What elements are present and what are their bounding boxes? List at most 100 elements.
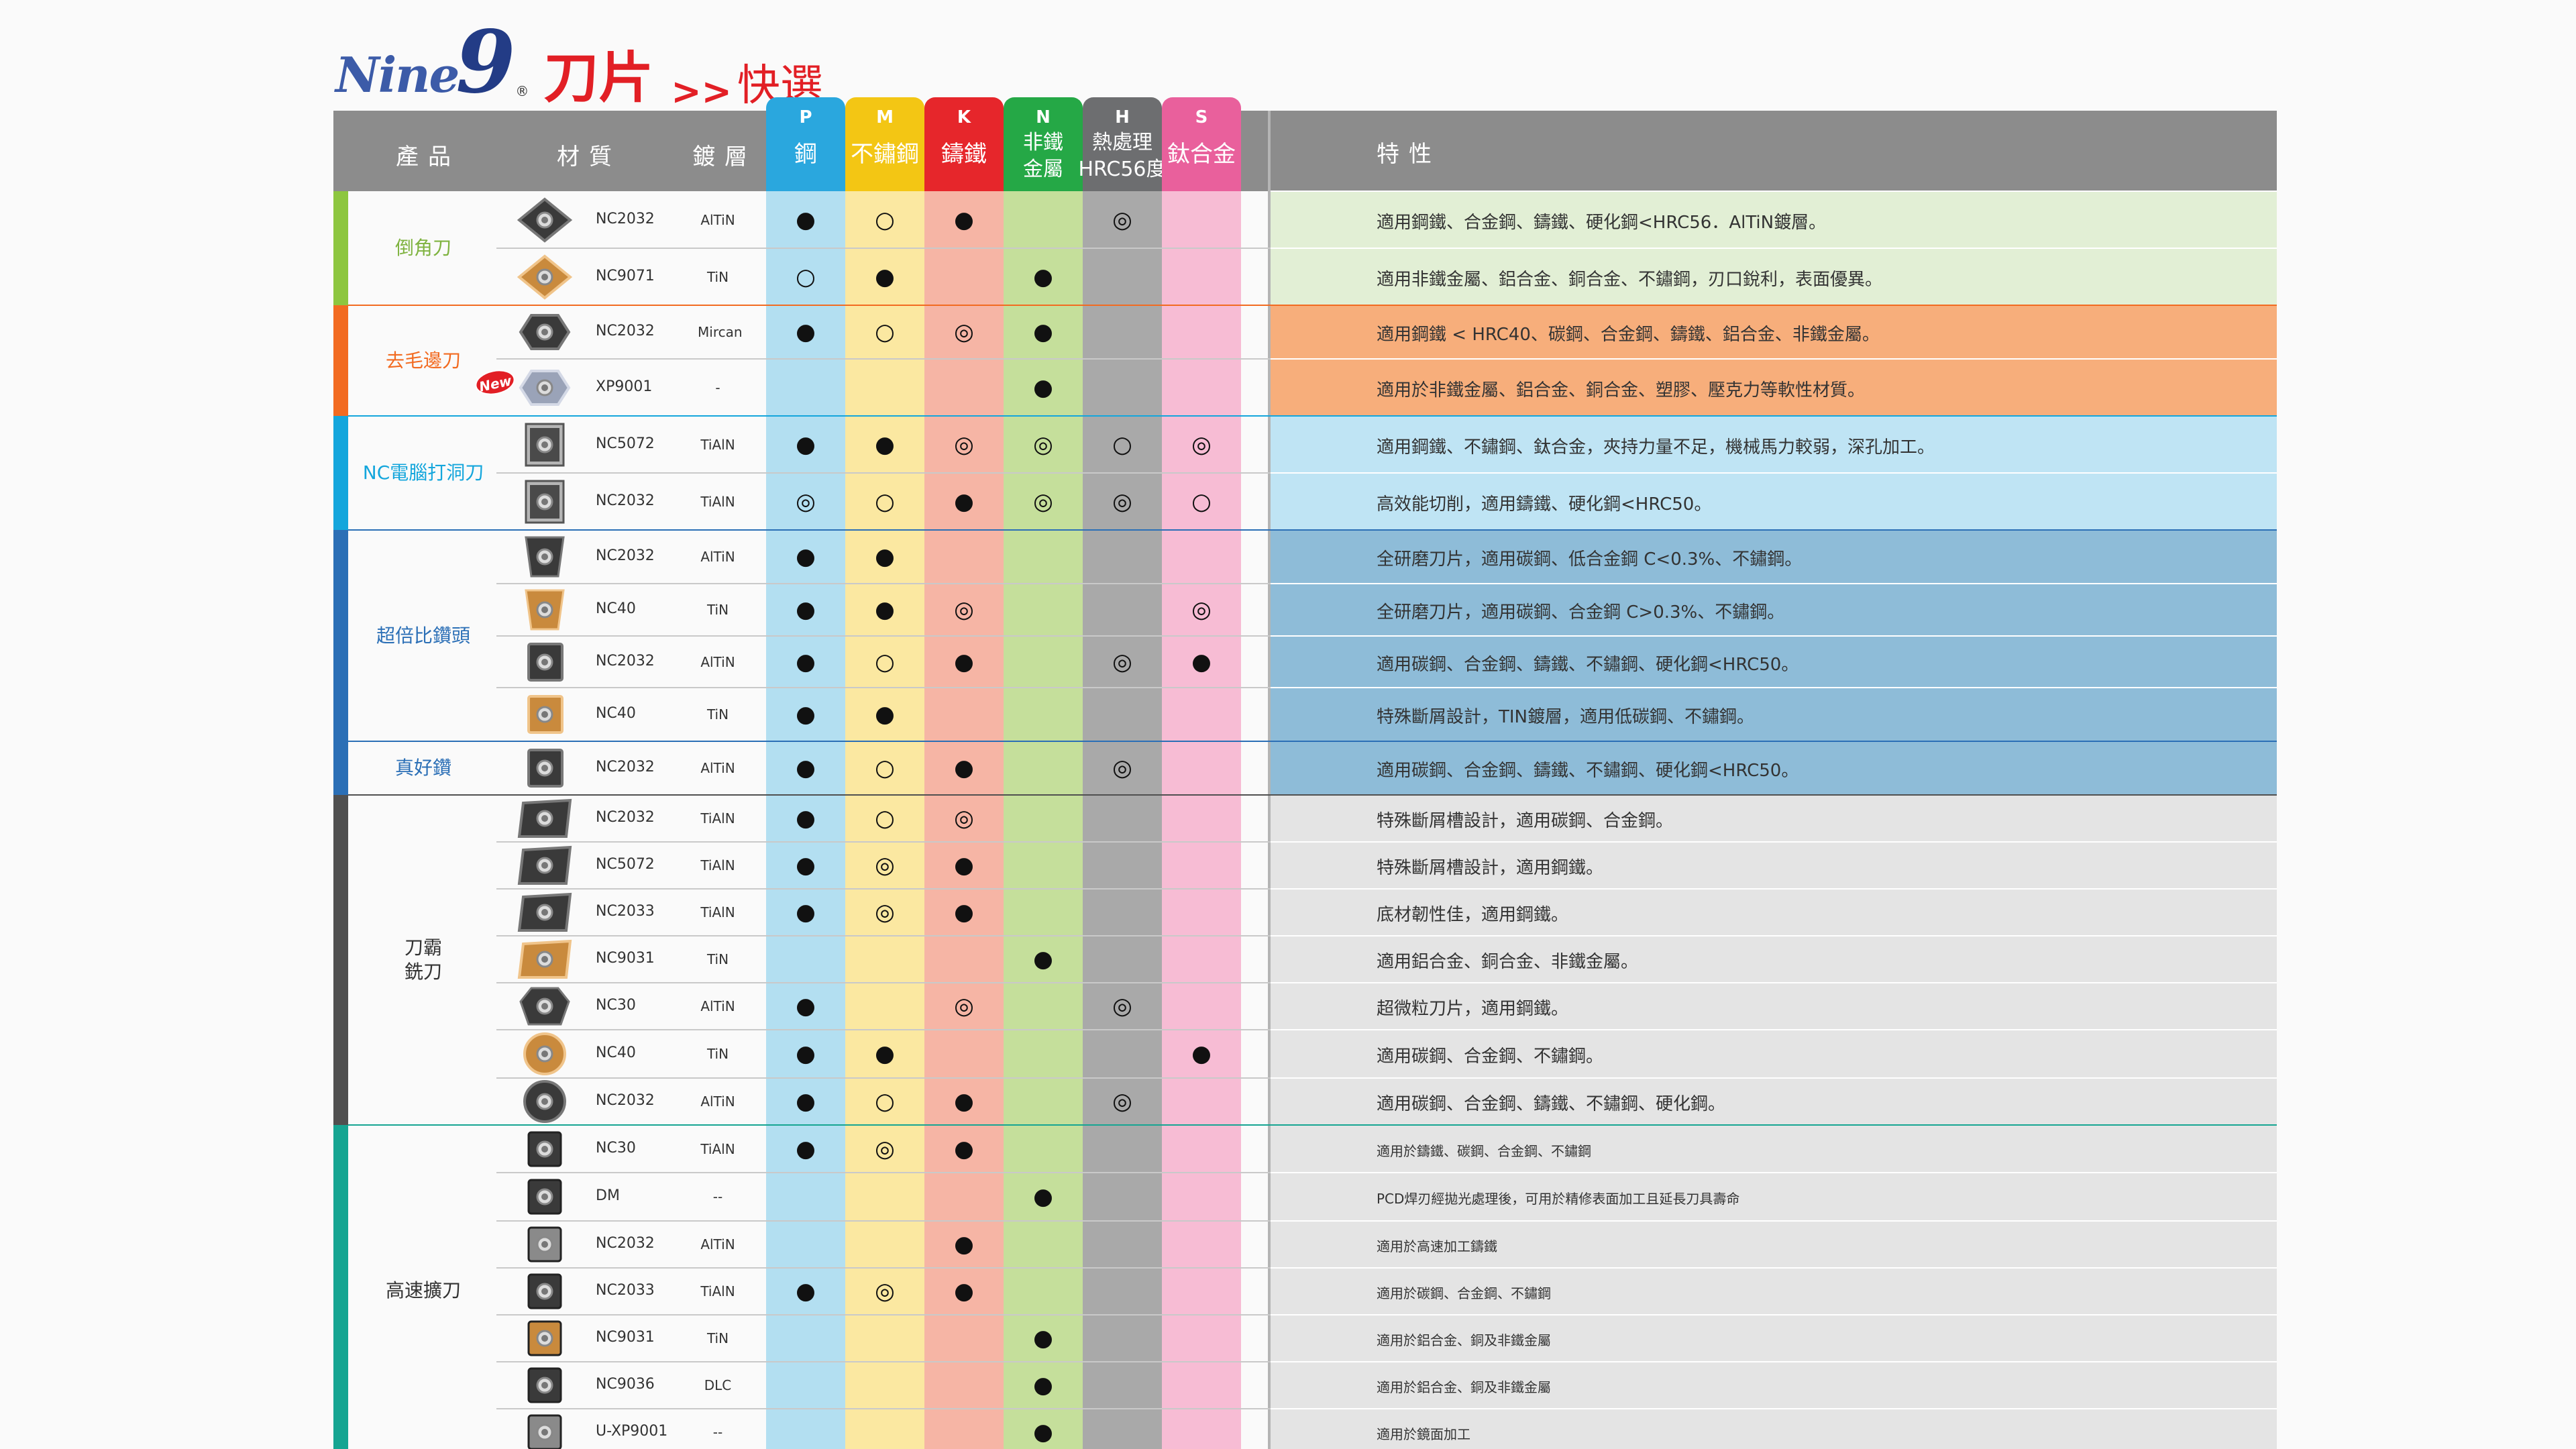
insert-icon xyxy=(517,191,573,248)
material-code: NC40 xyxy=(596,600,636,617)
feature-text: 超微粒刀片，適用鋼鐵。 xyxy=(1377,999,1569,1019)
suitability-mark-s: ○ xyxy=(1191,488,1212,515)
category-band xyxy=(333,191,348,305)
feature-text: 適用於鋁合金、銅及非鐵金屬 xyxy=(1377,1332,1551,1348)
suitability-mark-m: ◎ xyxy=(875,899,895,926)
suitability-mark-n: ● xyxy=(1033,1325,1053,1352)
feature-cell: 超微粒刀片，適用鋼鐵。 xyxy=(1271,983,2277,1030)
suitability-mark-n: ● xyxy=(1033,374,1053,401)
coating-code: AlTiN xyxy=(700,211,735,228)
feature-divider xyxy=(1271,415,2277,417)
coating-code: TiAlN xyxy=(700,857,735,873)
suitability-mark-p: ● xyxy=(796,701,816,728)
coating-code: AlTiN xyxy=(700,998,735,1014)
feature-cell: PCD焊刃經拋光處理後，可用於精修表面加工且延長刀具壽命 xyxy=(1271,1173,2277,1221)
title-separator: >> xyxy=(671,70,732,113)
suitability-mark-p: ● xyxy=(796,319,816,345)
suitability-mark-n: ● xyxy=(1033,1419,1053,1446)
feature-divider xyxy=(1271,888,2277,890)
suitability-mark-m: ○ xyxy=(875,206,895,233)
material-code: NC40 xyxy=(596,1044,636,1061)
insert-icon xyxy=(517,936,573,983)
column-name: 非鐵 金屬 xyxy=(1023,131,1063,181)
row-divider xyxy=(496,472,1271,474)
suitability-mark-h: ◎ xyxy=(1112,993,1132,1020)
feature-divider xyxy=(1271,935,2277,936)
material-code: NC9036 xyxy=(596,1376,655,1393)
row-divider xyxy=(496,841,1271,843)
suitability-mark-n: ● xyxy=(1033,263,1053,290)
feature-divider xyxy=(1271,305,2277,306)
material-code: NC30 xyxy=(596,997,636,1014)
suitability-mark-k: ◎ xyxy=(954,596,974,623)
suitability-mark-m: ○ xyxy=(875,755,895,782)
row-divider xyxy=(496,358,1271,360)
feature-cell: 適用碳鋼、合金鋼、鑄鐵、不鏽鋼、硬化鋼。 xyxy=(1271,1078,2277,1125)
feature-text: PCD焊刃經拋光處理後，可用於精修表面加工且延長刀具壽命 xyxy=(1377,1191,1740,1207)
feature-divider xyxy=(1271,741,2277,742)
category-divider xyxy=(348,529,1271,531)
suitability-mark-p: ● xyxy=(796,899,816,926)
material-code: NC5072 xyxy=(596,435,655,452)
material-code: NC5072 xyxy=(596,856,655,873)
feature-cell: 適用於鋁合金、銅及非鐵金屬 xyxy=(1271,1362,2277,1409)
suitability-mark-p: ● xyxy=(796,596,816,623)
material-code: DM xyxy=(596,1187,620,1204)
feature-divider xyxy=(1271,472,2277,474)
suitability-mark-k: ● xyxy=(954,488,974,515)
coating-code: DLC xyxy=(704,1377,732,1393)
feature-text: 全研磨刀片，適用碳鋼、合金鋼 C>0.3%、不鏽鋼。 xyxy=(1377,602,1785,623)
material-code: NC9031 xyxy=(596,1329,655,1346)
suitability-mark-p: ● xyxy=(796,755,816,782)
suitability-mark-m: ○ xyxy=(875,805,895,832)
category-divider xyxy=(348,1124,1271,1126)
insert-icon xyxy=(517,1173,573,1221)
suitability-mark-m: ● xyxy=(875,1040,895,1067)
coating-code: TiN xyxy=(706,602,729,618)
material-code: NC2032 xyxy=(596,547,655,564)
suitability-mark-k: ● xyxy=(954,206,974,233)
material-code: NC2032 xyxy=(596,652,655,669)
suitability-mark-p: ● xyxy=(796,1135,816,1163)
coating-code: TiAlN xyxy=(700,493,735,510)
feature-divider xyxy=(1271,529,2277,531)
row-divider xyxy=(496,1408,1271,1409)
suitability-mark-p: ● xyxy=(796,431,816,458)
suitability-mark-k: ● xyxy=(954,1135,974,1163)
feature-text: 適用非鐵金屬、鋁合金、銅合金、不鏽鋼，刃口銳利，表面優異。 xyxy=(1377,269,1883,290)
suitability-mark-m: ◎ xyxy=(875,1278,895,1305)
coating-code: AlTiN xyxy=(700,549,735,565)
category-label: 去毛邊刀 xyxy=(385,349,461,372)
feature-cell: 適用鋼鐵、合金鋼、鑄鐵、硬化鋼<HRC56．AlTiN鍍層。 xyxy=(1271,191,2277,248)
feature-divider xyxy=(1271,1029,2277,1030)
suitability-mark-p: ● xyxy=(796,1040,816,1067)
coating-code: TiN xyxy=(706,706,729,722)
material-code: NC9071 xyxy=(596,267,655,284)
suitability-mark-m: ● xyxy=(875,431,895,458)
feature-divider xyxy=(1271,841,2277,843)
feature-cell: 適用碳鋼、合金鋼、不鏽鋼。 xyxy=(1271,1030,2277,1078)
coating-code: TiN xyxy=(706,951,729,967)
suitability-mark-k: ● xyxy=(954,648,974,676)
feature-text: 全研磨刀片，適用碳鋼、低合金鋼 C<0.3%、不鏽鋼。 xyxy=(1377,549,1803,570)
insert-icon xyxy=(517,688,573,741)
suitability-mark-s: ● xyxy=(1191,1040,1212,1067)
coating-code: -- xyxy=(712,1189,723,1205)
feature-cell: 適用於高速加工鑄鐵 xyxy=(1271,1221,2277,1268)
feature-cell: 特殊斷屑槽設計，適用鋼鐵。 xyxy=(1271,842,2277,889)
insert-icon xyxy=(517,416,573,473)
insert-icon xyxy=(517,983,573,1030)
insert-icon xyxy=(517,1125,573,1173)
insert-icon xyxy=(517,795,573,842)
feature-text: 特殊斷屑槽設計，適用碳鋼、合金鋼。 xyxy=(1377,811,1674,831)
feature-divider xyxy=(1271,358,2277,360)
material-code: NC2033 xyxy=(596,903,655,920)
header-features: 特性 xyxy=(1377,141,1441,168)
column-name: 不鏽鋼 xyxy=(851,141,919,168)
suitability-mark-p: ● xyxy=(796,805,816,832)
feature-text: 適用碳鋼、合金鋼、鑄鐵、不鏽鋼、硬化鋼。 xyxy=(1377,1094,1726,1114)
suitability-mark-k: ● xyxy=(954,1278,974,1305)
suitability-mark-s: ◎ xyxy=(1191,431,1212,458)
suitability-mark-h: ◎ xyxy=(1112,1088,1132,1115)
feature-text: 適用於鏡面加工 xyxy=(1377,1426,1470,1442)
